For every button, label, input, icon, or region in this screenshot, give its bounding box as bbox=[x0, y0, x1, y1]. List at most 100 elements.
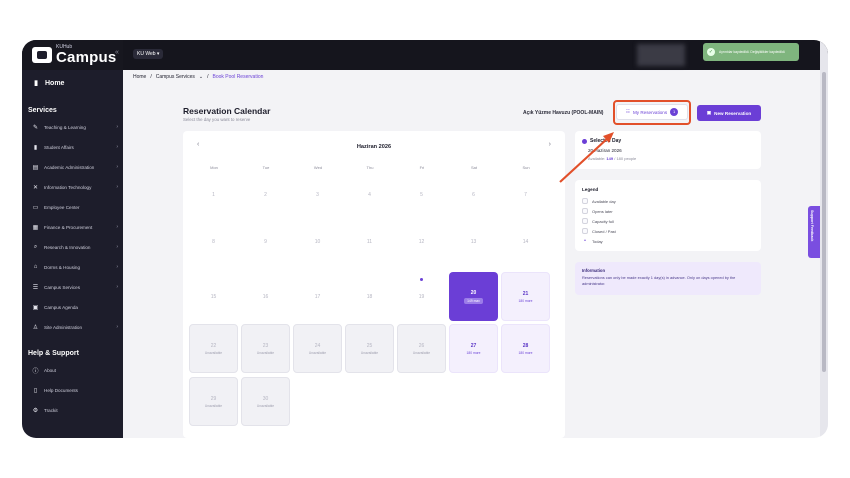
calendar-day: 25 Unavailable bbox=[345, 324, 394, 373]
chevron-right-icon: › bbox=[116, 144, 118, 150]
gear-icon: ⚙ bbox=[32, 407, 39, 414]
day-status: Unavailable bbox=[412, 350, 431, 355]
chevron-right-icon: › bbox=[116, 264, 118, 270]
day-number: 28 bbox=[522, 342, 529, 349]
breadcrumb-separator: / bbox=[207, 74, 209, 80]
calendar-day: 10 bbox=[293, 217, 342, 266]
day-number: 30 bbox=[262, 395, 269, 402]
calendar-day: 24 Unavailable bbox=[293, 324, 342, 373]
calendar-day: 30 Unavailable bbox=[241, 377, 290, 426]
house-icon: ⌂ bbox=[33, 264, 38, 270]
legend-label: Opens later bbox=[592, 208, 613, 214]
legend-label: Available day bbox=[592, 198, 616, 204]
web-selector[interactable]: KU Web ▾ bbox=[133, 49, 164, 59]
day-status: Unavailable bbox=[256, 350, 275, 355]
calendar-day[interactable]: 27 180 more bbox=[449, 324, 498, 373]
day-number: 19 bbox=[418, 293, 425, 300]
calendar-day[interactable]: 28 180 more bbox=[501, 324, 550, 373]
calendar-day[interactable]: 20 149 max bbox=[449, 272, 498, 321]
day-number: 18 bbox=[366, 293, 373, 300]
new-reservation-button[interactable]: ▣ New Reservation bbox=[697, 105, 761, 121]
support-feedback-tab[interactable]: Support Feedback bbox=[808, 206, 820, 258]
building-icon: ▤ bbox=[32, 164, 39, 171]
calendar-plus-icon: ▣ bbox=[706, 110, 712, 115]
legend-label: Capacity full bbox=[592, 218, 614, 224]
services-section-title: Services bbox=[28, 106, 57, 114]
calendar-day: 16 bbox=[241, 272, 290, 321]
calendar-day: 22 Unavailable bbox=[189, 324, 238, 373]
services-list: ✎ Teaching & Learning › ▮ Student Affairs › ▤ A… bbox=[22, 117, 123, 337]
selected-dot-icon bbox=[582, 138, 587, 144]
breadcrumb-home[interactable]: Home bbox=[133, 74, 146, 80]
information-card: Information Reservations can only be mad… bbox=[575, 262, 761, 295]
card-icon: ▮ bbox=[33, 144, 38, 151]
day-number: 10 bbox=[314, 238, 321, 245]
scrollbar[interactable] bbox=[820, 40, 828, 438]
legend-item: Available day bbox=[582, 198, 616, 204]
toast-message: Ayrıntılar kaydedildi. Değişiklikler kay… bbox=[719, 50, 786, 54]
sidebar-item-student-affairs[interactable]: ▮ Student Affairs › bbox=[22, 137, 123, 157]
selected-day-date: 20 Haziran 2026 bbox=[588, 148, 622, 153]
calendar-day: 18 bbox=[345, 272, 394, 321]
selected-day-card: Selected Day 20 Haziran 2026 Available: … bbox=[575, 131, 761, 169]
search-icon: ⌕ bbox=[33, 243, 38, 250]
user-area[interactable] bbox=[637, 44, 685, 66]
sidebar-item-label: Help Documents bbox=[44, 387, 78, 393]
sidebar-item-campus-services[interactable]: ☰ Campus Services › bbox=[22, 277, 123, 297]
day-number: 20 bbox=[470, 289, 477, 296]
selected-day-title: Selected Day bbox=[590, 138, 622, 144]
calendar-day: 1 bbox=[189, 170, 238, 219]
sidebar-item-campus-agenda[interactable]: ▣ Campus Agenda bbox=[22, 297, 123, 317]
sidebar-item-dorms-housing[interactable]: ⌂ Dorms & Housing › bbox=[22, 257, 123, 277]
sidebar-item-site-administration[interactable]: ♙ Site Administration › bbox=[22, 317, 123, 337]
day-number: 16 bbox=[262, 293, 269, 300]
day-number: 14 bbox=[522, 238, 529, 245]
sidebar-item-research-innovation[interactable]: ⌕ Research & Innovation › bbox=[22, 237, 123, 257]
sidebar-item-label: Campus Services bbox=[44, 284, 80, 290]
day-status: 180 more bbox=[518, 350, 533, 355]
breadcrumb-campus-services[interactable]: Campus Services bbox=[156, 74, 195, 80]
chevron-right-icon: › bbox=[116, 244, 118, 250]
collapse-sidebar-icon[interactable]: « bbox=[115, 49, 119, 56]
sidebar: KUHub Campus ▮ Home Services ✎ Teaching &… bbox=[22, 40, 123, 438]
pencil-icon: ✎ bbox=[32, 124, 39, 131]
calendar-day: 5 bbox=[397, 170, 446, 219]
sidebar-item-label: Campus Agenda bbox=[44, 304, 78, 310]
day-status: 180 more bbox=[518, 298, 533, 303]
home-icon: ▮ bbox=[34, 80, 38, 87]
sidebar-item-help-documents[interactable]: ▯ Help Documents bbox=[22, 380, 123, 400]
breadcrumb: Home / Campus Services ⌄ / Book Pool Res… bbox=[133, 74, 263, 80]
sidebar-item-about[interactable]: ⓘ About bbox=[22, 360, 123, 380]
logo-text: Campus bbox=[56, 49, 117, 66]
sidebar-item-label: Trackit bbox=[44, 407, 58, 413]
day-number: 13 bbox=[470, 238, 477, 245]
legend-item: Closed / Past bbox=[582, 228, 616, 234]
sidebar-item-teaching-learning[interactable]: ✎ Teaching & Learning › bbox=[22, 117, 123, 137]
calendar-day[interactable]: 21 180 more bbox=[501, 272, 550, 321]
breadcrumb-current: Book Pool Reservation bbox=[212, 74, 264, 80]
calendar-month: Haziran 2026 bbox=[356, 144, 392, 150]
logo[interactable]: KUHub Campus bbox=[22, 40, 123, 70]
main-content: Home / Campus Services ⌄ / Book Pool Res… bbox=[123, 70, 820, 438]
calendar-day: 9 bbox=[241, 217, 290, 266]
day-number: 2 bbox=[264, 191, 267, 198]
sidebar-item-trackit[interactable]: ⚙ Trackit bbox=[22, 400, 123, 420]
scrollbar-thumb[interactable] bbox=[822, 72, 826, 372]
chevron-right-icon: › bbox=[116, 184, 118, 190]
day-number: 6 bbox=[472, 191, 475, 198]
sidebar-item-employee-center[interactable]: ▭ Employee Center bbox=[22, 197, 123, 217]
sidebar-item-information-technology[interactable]: ✕ Information Technology › bbox=[22, 177, 123, 197]
sidebar-item-finance-procurement[interactable]: ▦ Finance & Procurement › bbox=[22, 217, 123, 237]
sidebar-item-home[interactable]: ▮ Home bbox=[22, 72, 123, 94]
calendar-day: 2 bbox=[241, 170, 290, 219]
calendar-day: 4 bbox=[345, 170, 394, 219]
sidebar-item-academic-administration[interactable]: ▤ Academic Administration › bbox=[22, 157, 123, 177]
legend-title: Legend bbox=[582, 187, 599, 192]
day-number: 17 bbox=[314, 293, 321, 300]
chevron-right-icon: › bbox=[116, 164, 118, 170]
chevron-right-icon: › bbox=[116, 324, 118, 330]
day-status: Unavailable bbox=[204, 403, 223, 408]
calendar-day: 12 bbox=[397, 217, 446, 266]
chevron-down-icon[interactable]: ⌄ bbox=[199, 74, 203, 80]
sidebar-item-label: Finance & Procurement bbox=[44, 224, 93, 230]
